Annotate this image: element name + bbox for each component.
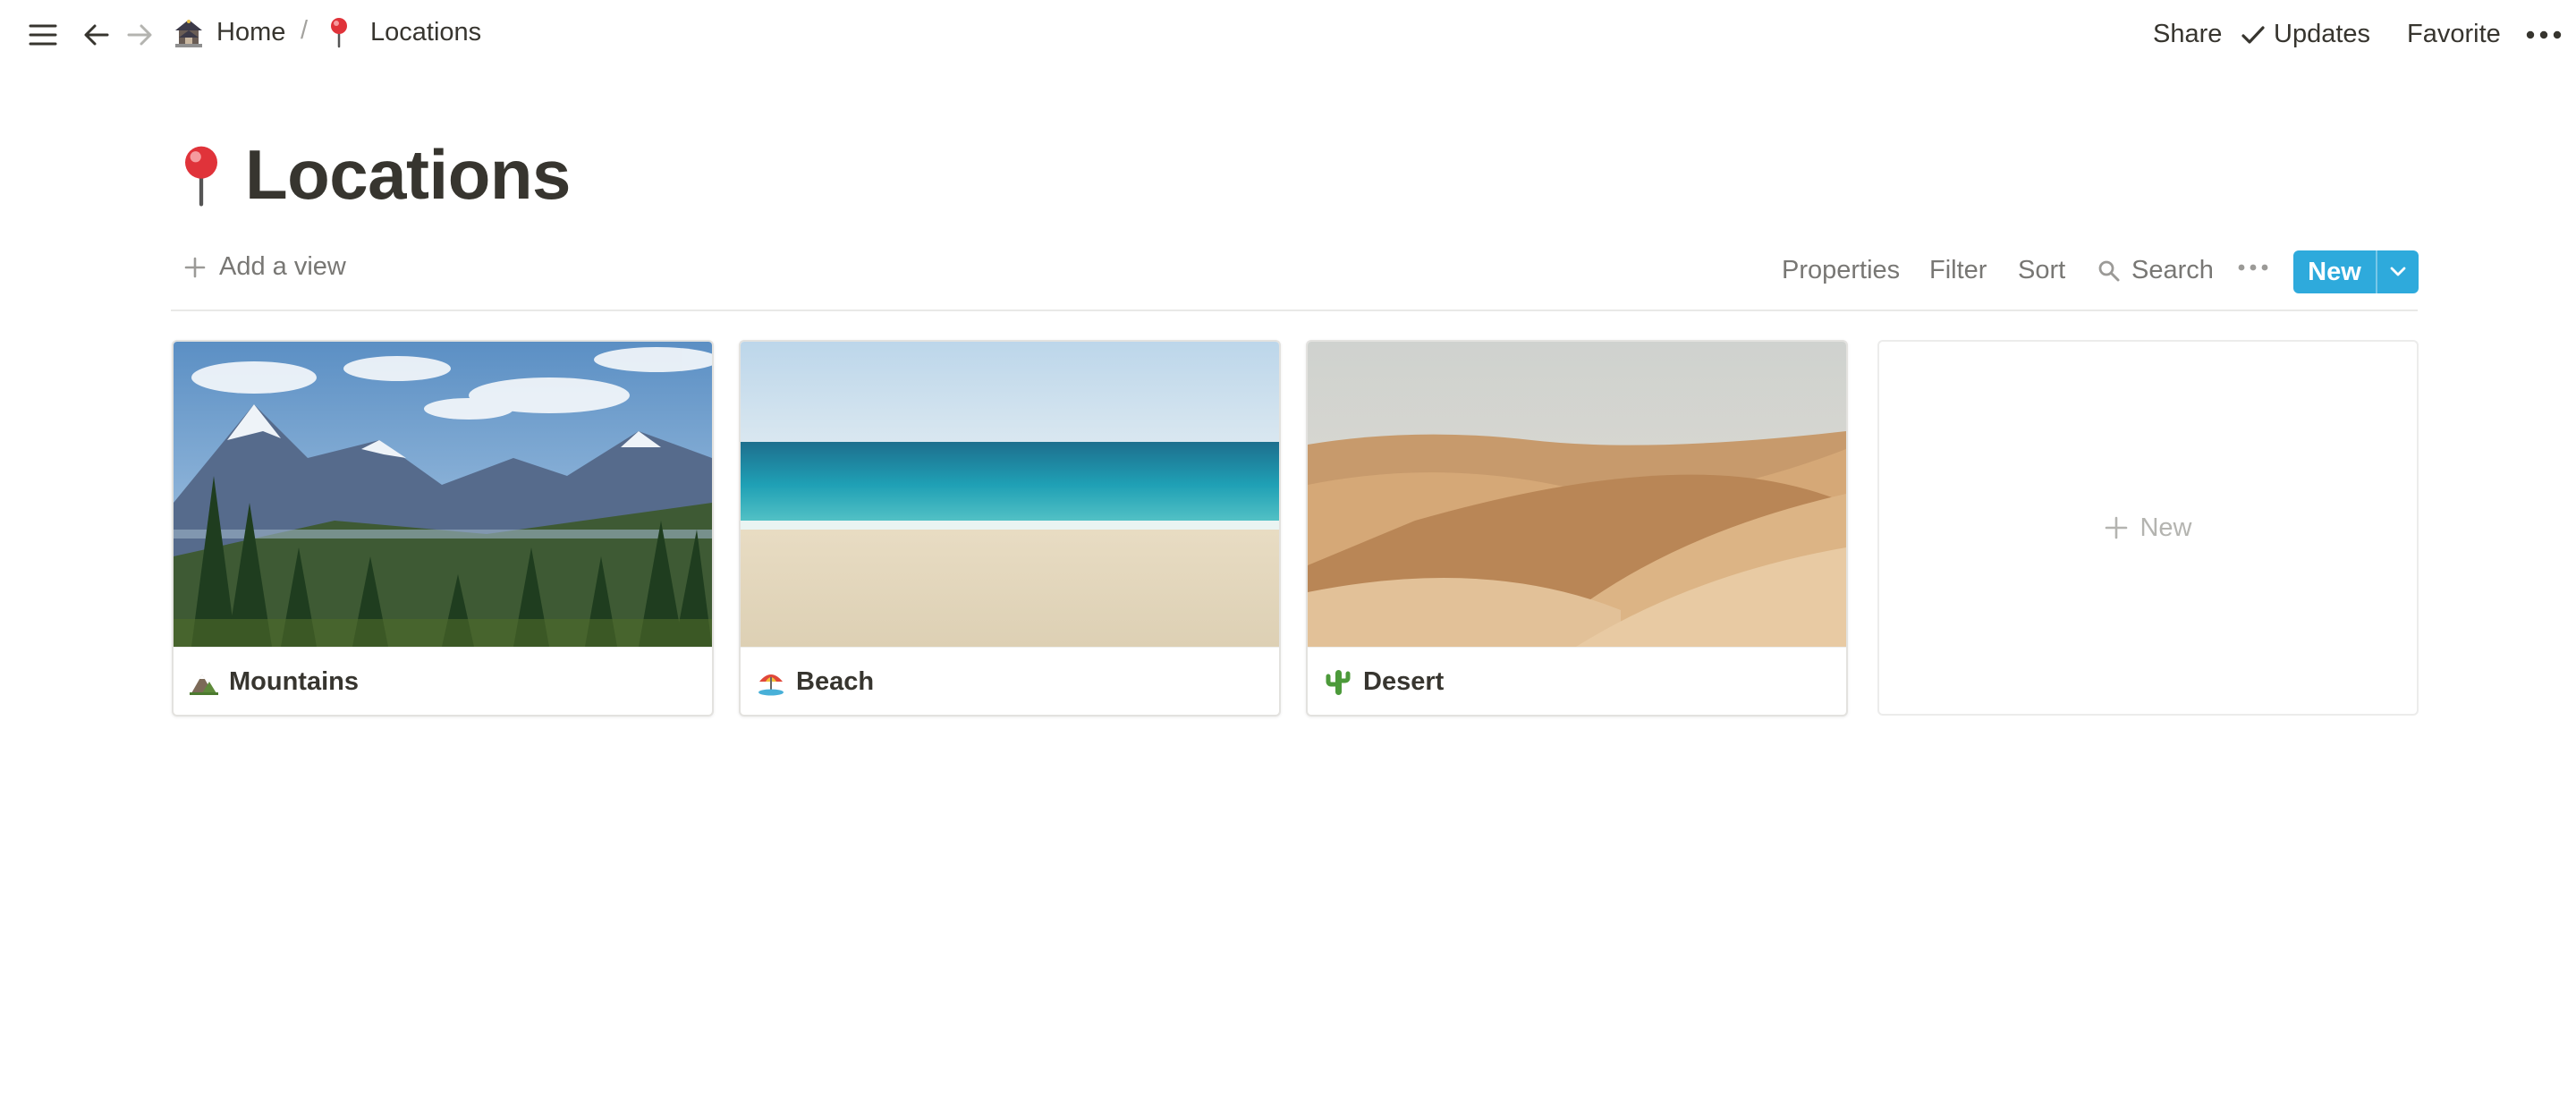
chevron-down-icon <box>2389 266 2407 278</box>
breadcrumb-home-label: Home <box>216 17 286 47</box>
menu-icon[interactable] <box>25 20 61 50</box>
card-footer: Desert <box>1308 647 1846 715</box>
view-more-icon[interactable] <box>2238 263 2268 272</box>
new-gallery-card-button[interactable]: New <box>1877 340 2419 716</box>
gallery-card-desert[interactable]: Desert <box>1306 340 1848 717</box>
breadcrumb-locations-label: Locations <box>370 17 482 47</box>
gallery-card-beach[interactable]: Beach <box>739 340 1281 717</box>
new-template-dropdown[interactable] <box>2376 250 2419 293</box>
gallery-card-mountains[interactable]: Mountains <box>172 340 714 717</box>
add-view-label: Add a view <box>219 252 346 281</box>
breadcrumb-locations[interactable]: Locations <box>326 16 481 48</box>
breadcrumb-separator: / <box>301 16 309 45</box>
back-arrow-icon[interactable] <box>80 20 113 50</box>
plus-icon <box>183 256 207 279</box>
pushpin-icon[interactable] <box>177 143 225 208</box>
page-title[interactable]: Locations <box>245 134 571 216</box>
castle-icon <box>174 16 204 48</box>
properties-button[interactable]: Properties <box>1782 256 1900 285</box>
card-title: Desert <box>1363 667 1445 696</box>
updates-label: Updates <box>2274 20 2371 48</box>
beach-ocean-image <box>741 342 1279 647</box>
new-page-split-button: New <box>2293 250 2419 293</box>
sort-button[interactable]: Sort <box>2018 256 2065 285</box>
share-button[interactable]: Share <box>2153 20 2222 49</box>
database-view-bar: Add a view Properties Filter Sort Search… <box>171 240 2419 311</box>
card-title: Mountains <box>229 667 359 696</box>
filter-button[interactable]: Filter <box>1929 256 1987 285</box>
checkmark-icon <box>2240 21 2267 48</box>
card-footer: Mountains <box>174 647 712 715</box>
beach-umbrella-icon <box>757 669 785 696</box>
updates-button[interactable]: Updates <box>2240 20 2370 49</box>
card-title: Beach <box>796 667 875 696</box>
card-footer: Beach <box>741 647 1279 715</box>
cactus-icon <box>1324 668 1352 697</box>
search-button[interactable]: Search <box>2097 256 2214 285</box>
page-header: Locations <box>177 134 571 216</box>
new-page-button[interactable]: New <box>2293 250 2376 293</box>
plus-icon <box>2104 515 2129 540</box>
favorite-button[interactable]: Favorite <box>2407 20 2501 49</box>
top-bar: Home / Locations Share Updates Favorite <box>0 0 2576 68</box>
forward-arrow-icon[interactable] <box>123 20 156 50</box>
search-icon <box>2097 259 2121 283</box>
add-view-button[interactable]: Add a view <box>183 252 346 282</box>
breadcrumb-home[interactable]: Home <box>174 16 285 48</box>
desert-dunes-image <box>1308 342 1846 647</box>
search-label: Search <box>2131 256 2214 284</box>
mountain-landscape-image <box>174 342 712 647</box>
new-card-label: New <box>2140 513 2192 542</box>
more-options-icon[interactable] <box>2524 23 2563 47</box>
mountain-icon <box>190 669 218 696</box>
pushpin-icon <box>326 16 352 48</box>
